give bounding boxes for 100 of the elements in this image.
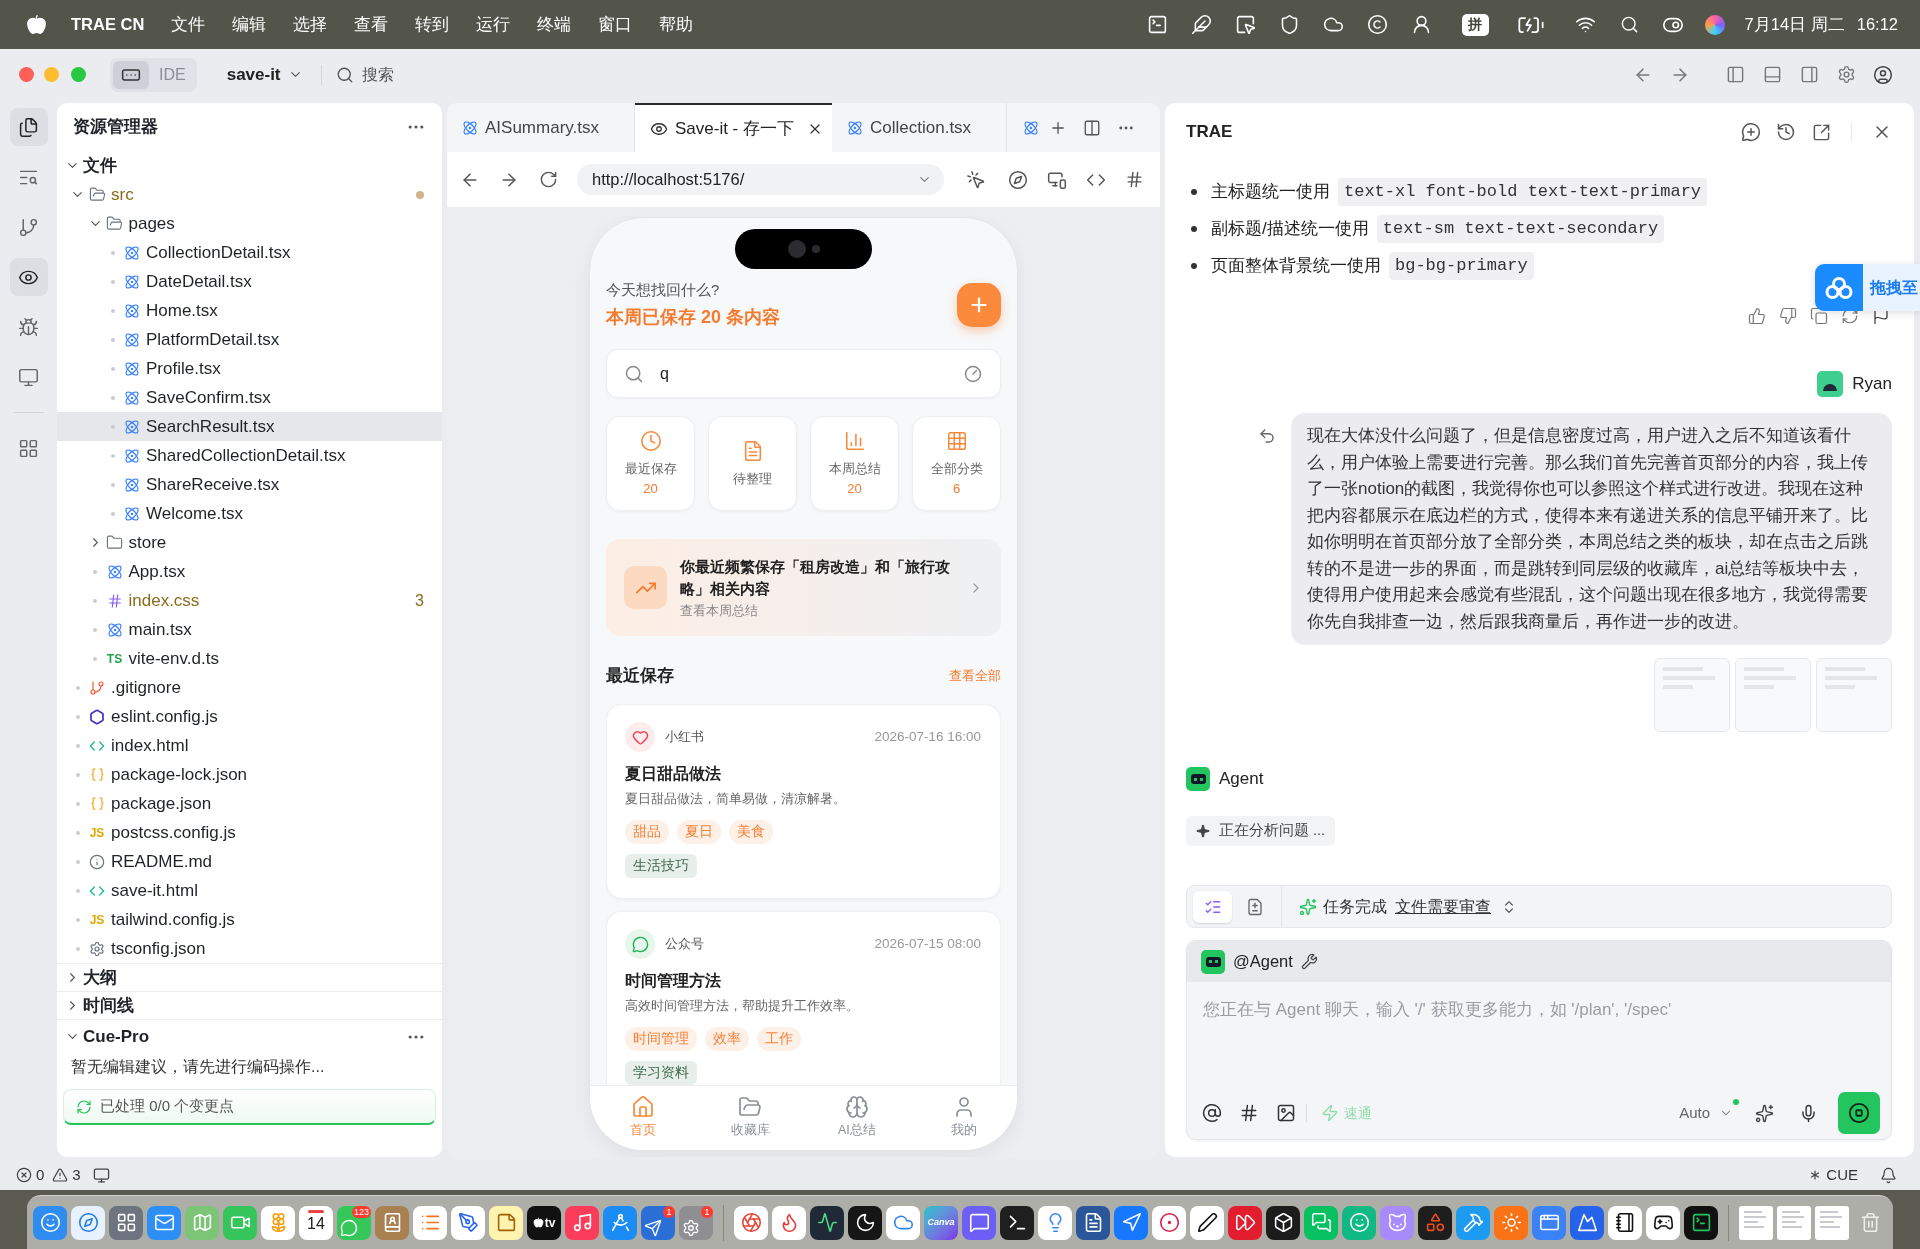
file-item[interactable]: JS postcss.config.js xyxy=(57,818,442,847)
sparkles-icon[interactable] xyxy=(1755,1103,1774,1123)
menu-item[interactable]: 运行 xyxy=(476,12,511,37)
file-item[interactable]: main.tsx xyxy=(57,615,442,644)
activity-button[interactable] xyxy=(9,258,48,296)
quick-action-card[interactable]: 全部分类 6 xyxy=(912,416,1001,511)
menu-item[interactable]: 查看 xyxy=(354,12,389,37)
folder-item[interactable]: pages xyxy=(57,209,442,238)
nav-tab[interactable]: AI总结 xyxy=(803,1086,911,1150)
feather-icon[interactable] xyxy=(1190,14,1212,35)
copy-icon[interactable] xyxy=(1810,307,1828,325)
problems-indicator[interactable]: 0 3 xyxy=(16,1163,81,1187)
external-link-icon[interactable] xyxy=(1812,122,1831,142)
right-panel-icon[interactable] xyxy=(1800,65,1819,84)
file-item[interactable]: SaveConfirm.tsx xyxy=(57,383,442,412)
file-item[interactable]: index.html xyxy=(57,731,442,760)
target-icon[interactable] xyxy=(1152,1205,1186,1240)
music-note-icon[interactable] xyxy=(565,1205,599,1240)
section-header[interactable]: Cue-Pro xyxy=(57,1019,442,1053)
aperture-icon[interactable] xyxy=(734,1205,768,1240)
file-item[interactable]: SharedCollectionDetail.tsx xyxy=(57,441,442,470)
pen-tool-icon[interactable] xyxy=(451,1205,485,1240)
hash-icon[interactable] xyxy=(1125,170,1144,189)
category-chip[interactable]: 学习资料 xyxy=(625,1061,697,1085)
address-book-icon[interactable] xyxy=(375,1205,409,1240)
file-item[interactable]: .gitignore xyxy=(57,673,442,702)
stop-button[interactable] xyxy=(1838,1092,1880,1134)
section-header[interactable]: 时间线 xyxy=(57,991,442,1019)
undo-icon[interactable] xyxy=(1258,427,1276,445)
file-item[interactable]: DateDetail.tsx xyxy=(57,267,442,296)
nav-tab[interactable]: 我的 xyxy=(910,1086,1017,1150)
view-tab[interactable] xyxy=(1193,890,1232,923)
menu-item[interactable]: 文件 xyxy=(171,12,206,37)
app-window-icon[interactable] xyxy=(1532,1205,1566,1240)
monitor-icon[interactable] xyxy=(92,1166,110,1184)
terminal-icon[interactable] xyxy=(1000,1205,1034,1240)
calendar-icon[interactable]: 14 xyxy=(299,1205,333,1240)
tv-app-icon[interactable]: tv xyxy=(527,1205,561,1240)
file-item[interactable]: Home.tsx xyxy=(57,296,442,325)
editor-tab[interactable]: Save-it - 存一下 xyxy=(635,103,832,152)
file-item[interactable]: TS vite-env.d.ts xyxy=(57,644,442,673)
dial-icon[interactable] xyxy=(964,364,982,383)
flame-icon[interactable] xyxy=(772,1205,806,1240)
thumbs-up-icon[interactable] xyxy=(1748,307,1766,325)
folder-item[interactable]: store xyxy=(57,528,442,557)
file-item[interactable]: index.css 3 xyxy=(57,586,442,615)
folder-item[interactable]: src xyxy=(57,180,442,209)
quick-action-card[interactable]: 本周总结 20 xyxy=(810,416,899,511)
terminal-icon[interactable] xyxy=(1146,14,1168,35)
grid-icon[interactable] xyxy=(109,1205,143,1240)
split-view-icon[interactable] xyxy=(1083,118,1102,137)
menu-item[interactable]: 窗口 xyxy=(598,12,633,37)
image-icon[interactable] xyxy=(1276,1103,1296,1123)
settings-icon[interactable] xyxy=(1837,65,1856,84)
file-item[interactable]: ShareReceive.tsx xyxy=(57,470,442,499)
saved-item-card[interactable]: 小红书 2026-07-16 16:00 夏日甜品做法 夏日甜品做法，简单易做，清凉解暑。 甜品 夏日 美食 生活技巧 xyxy=(606,704,1001,899)
composer-panel[interactable]: @Agent 您正在与 Agent 聊天，输入 '/' 获取更多能力，如 '/plan', '/spec' 速通 Auto xyxy=(1186,940,1892,1140)
section-header[interactable]: 文件 xyxy=(57,151,442,180)
mountain-icon[interactable] xyxy=(1570,1205,1604,1240)
app-tile[interactable]: 123 xyxy=(337,1205,371,1240)
app-tile[interactable]: 1 xyxy=(641,1205,675,1240)
document-thumbnail[interactable] xyxy=(1777,1205,1811,1240)
pointer-click-icon[interactable] xyxy=(966,169,986,190)
file-item[interactable]: Welcome.tsx xyxy=(57,499,442,528)
cloud-icon[interactable] xyxy=(886,1205,920,1240)
cue-status[interactable]: CUE xyxy=(1807,1163,1858,1187)
smile-icon[interactable] xyxy=(1342,1205,1376,1240)
quick-action-card[interactable]: 待整理 xyxy=(708,416,797,511)
file-item[interactable]: JS tailwind.config.js xyxy=(57,905,442,934)
compass-icon[interactable] xyxy=(71,1205,105,1240)
menu-item[interactable]: 终端 xyxy=(537,12,572,37)
hash-icon[interactable] xyxy=(1239,1103,1259,1123)
document-icon[interactable] xyxy=(1076,1205,1110,1240)
reload-icon[interactable] xyxy=(539,170,558,189)
terminal-window-icon[interactable] xyxy=(1684,1205,1718,1240)
menu-item[interactable]: 编辑 xyxy=(232,12,267,37)
file-item[interactable]: package-lock.json xyxy=(57,760,442,789)
apple-logo-icon[interactable] xyxy=(26,14,47,35)
screenshot-thumbnail[interactable] xyxy=(1735,658,1811,732)
search-field[interactable]: q xyxy=(606,349,1001,398)
quick-action-card[interactable]: 最近保存 20 xyxy=(606,416,695,511)
document-thumbnail[interactable] xyxy=(1739,1205,1773,1240)
compass-icon[interactable] xyxy=(1008,169,1028,190)
model-selector[interactable]: Auto xyxy=(1679,1098,1739,1128)
fast-forward-icon[interactable] xyxy=(1228,1205,1262,1240)
notepad-icon[interactable] xyxy=(489,1205,523,1240)
section-header[interactable]: 大纲 xyxy=(57,963,442,991)
new-chat-icon[interactable] xyxy=(1741,122,1761,142)
notebook-icon[interactable] xyxy=(1608,1205,1642,1240)
input-method-indicator[interactable]: 拼 xyxy=(1461,13,1489,36)
file-item[interactable]: App.tsx xyxy=(57,557,442,586)
review-files-link[interactable]: 文件需要审查 xyxy=(1395,894,1491,919)
menu-item[interactable]: 选择 xyxy=(293,12,328,37)
file-item[interactable]: README.md xyxy=(57,847,442,876)
file-item[interactable]: eslint.config.js xyxy=(57,702,442,731)
pen-icon[interactable] xyxy=(1190,1205,1224,1240)
orb-icon[interactable] xyxy=(1704,14,1725,35)
insight-card[interactable]: 你最近频繁保存「租房改造」和「旅行攻略」相关内容 查看本周总结 xyxy=(606,539,1001,636)
search-icon[interactable] xyxy=(1619,15,1639,34)
file-item[interactable]: package.json xyxy=(57,789,442,818)
